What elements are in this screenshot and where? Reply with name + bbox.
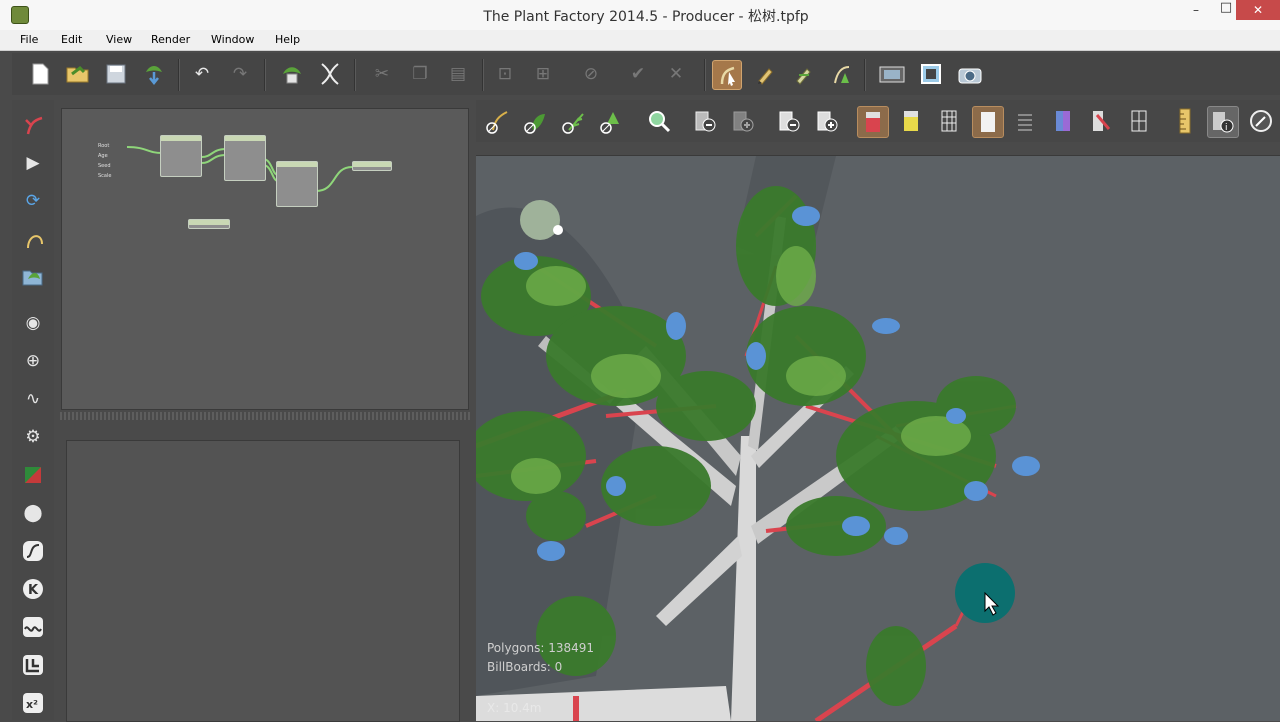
branch-tool-icon[interactable] [20, 112, 46, 138]
lod-mode-icon[interactable] [1124, 106, 1154, 136]
check-icon[interactable]: ✔ [624, 60, 652, 88]
undo-icon[interactable]: ↶ [188, 60, 216, 88]
polygon-count: Polygons: 138491 [487, 641, 595, 655]
spline-icon[interactable] [20, 538, 46, 564]
seed-port-label: Seed [98, 163, 111, 169]
add-layer-icon[interactable] [812, 106, 842, 136]
scale-port-label: Scale [98, 173, 112, 179]
branch-select-tool-icon[interactable] [712, 60, 742, 90]
add-lod-icon[interactable] [728, 106, 758, 136]
select-frame-icon[interactable]: ⊡ [491, 60, 519, 88]
billboard-count: BillBoards: 0 [487, 660, 563, 674]
export-plant-icon[interactable] [140, 60, 168, 88]
dna-icon[interactable] [316, 60, 344, 88]
save-icon[interactable] [102, 60, 130, 88]
viewport-toolbar: i [476, 100, 1280, 142]
fit-frame-icon[interactable]: ⊞ [529, 60, 557, 88]
hide-flower-icon[interactable] [597, 106, 627, 136]
play-icon[interactable]: ▶ [20, 150, 46, 176]
menu-bar: File Edit View Render Window Help [0, 30, 1280, 51]
delete-icon[interactable]: ✕ [662, 60, 690, 88]
leaf-node[interactable] [276, 161, 318, 207]
stack-mode-icon[interactable] [1010, 106, 1040, 136]
root-port-label: Root [98, 143, 110, 149]
hide-branches-icon[interactable] [483, 106, 513, 136]
window-title: The Plant Factory 2014.5 - Producer - 松树… [483, 9, 809, 25]
refresh-icon[interactable]: ⟳ [20, 188, 46, 214]
render-mode-red-icon[interactable] [857, 106, 889, 138]
zoom-leaf-icon[interactable] [644, 106, 674, 136]
paste-icon[interactable]: ▤ [444, 60, 472, 88]
wireframe-mode-icon[interactable] [934, 106, 964, 136]
circle-icon[interactable]: ⬤ [20, 500, 46, 526]
ruler-icon[interactable] [1170, 106, 1200, 136]
left-toolbar: ▶ ⟳ ◉ ⊕ ∿ ⚙ ⬤ K x² [12, 100, 54, 720]
svg-text:i: i [1225, 123, 1228, 133]
comment-node[interactable] [188, 219, 230, 229]
folder-leaf-icon[interactable] [20, 264, 46, 290]
close-button[interactable]: ✕ [1236, 0, 1280, 20]
menu-view[interactable]: View [106, 33, 132, 46]
camera-icon[interactable] [956, 60, 984, 88]
menu-file[interactable]: File [20, 33, 38, 46]
3d-viewport[interactable]: Polygons: 138491 BillBoards: 0 X: 10.4m [476, 155, 1280, 721]
gear-node-icon[interactable]: ⚙ [20, 424, 46, 450]
color-map-icon[interactable] [20, 462, 46, 488]
uv-mode-icon[interactable] [1048, 106, 1078, 136]
graph-editor[interactable]: Root Age Seed Scale [61, 108, 469, 410]
sculpt-branch-icon[interactable] [790, 60, 818, 88]
properties-panel [66, 440, 460, 722]
svg-text:K: K [28, 583, 39, 598]
main-toolbar: ↶ ↷ ✂ ❐ ▤ ⊡ ⊞ ⊘ ✔ ✕ [12, 53, 1280, 95]
svg-text:x²: x² [26, 698, 38, 711]
noise-icon[interactable] [20, 614, 46, 640]
hide-frond-icon[interactable] [559, 106, 589, 136]
hide-leaf-icon[interactable] [521, 106, 551, 136]
menu-edit[interactable]: Edit [61, 33, 82, 46]
weight-icon[interactable]: ⊕ [20, 348, 46, 374]
frame-view-icon[interactable] [917, 60, 945, 88]
screenshot-icon[interactable] [878, 60, 906, 88]
solid-mode-icon[interactable] [972, 106, 1004, 138]
leaf-cut-tool-icon[interactable] [828, 60, 856, 88]
curve-tool-icon[interactable] [20, 226, 46, 252]
root-node[interactable]: Root Age Seed Scale [94, 141, 128, 181]
paint-branch-icon[interactable] [752, 60, 780, 88]
age-port-label: Age [98, 153, 108, 159]
gravity-icon[interactable]: ◉ [20, 310, 46, 336]
node-group-icon[interactable] [20, 652, 46, 678]
remove-layer-icon[interactable] [774, 106, 804, 136]
power-icon[interactable]: x² [20, 690, 46, 716]
disable-icon[interactable]: ⊘ [577, 60, 605, 88]
info-icon[interactable]: i [1207, 106, 1239, 138]
constant-k-icon[interactable]: K [20, 576, 46, 602]
trunk-node[interactable] [160, 135, 202, 177]
panel-splitter[interactable] [60, 412, 470, 420]
menu-help[interactable]: Help [275, 33, 300, 46]
open-folder-icon[interactable] [64, 60, 92, 88]
edit-view-icon[interactable] [1246, 106, 1276, 136]
coordinate-readout: X: 10.4m [487, 701, 542, 715]
branch-node[interactable] [224, 135, 266, 181]
menu-render[interactable]: Render [151, 33, 190, 46]
random-seed-icon[interactable] [278, 60, 306, 88]
output-node[interactable] [352, 161, 392, 171]
render-mode-yellow-icon[interactable] [896, 106, 926, 136]
cut-icon[interactable]: ✂ [368, 60, 396, 88]
copy-icon[interactable]: ❐ [406, 60, 434, 88]
title-bar: The Plant Factory 2014.5 - Producer - 松树… [0, 0, 1280, 31]
wave-icon[interactable]: ∿ [20, 386, 46, 412]
remove-lod-icon[interactable] [690, 106, 720, 136]
new-document-icon[interactable] [26, 60, 54, 88]
debug-mode-icon[interactable] [1086, 106, 1116, 136]
menu-window[interactable]: Window [211, 33, 254, 46]
plant-render [476, 156, 1040, 721]
redo-icon[interactable]: ↷ [226, 60, 254, 88]
